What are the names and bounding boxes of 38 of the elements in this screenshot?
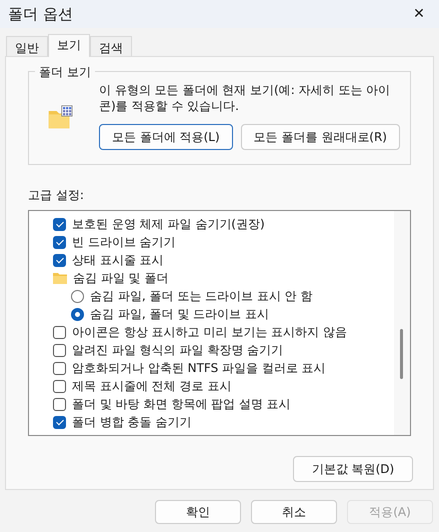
option-label: 암호화되거나 압축된 NTFS 파일을 컬러로 표시	[72, 360, 326, 376]
option-label: 폴더 및 바탕 화면 항목에 팝업 설명 표시	[72, 396, 291, 412]
option-label: 폴더 병합 충돌 숨기기	[72, 414, 192, 430]
checkbox[interactable]	[53, 326, 66, 338]
group-title: 폴더 보기	[35, 64, 95, 81]
apply-button[interactable]: 모든 폴더에 적용(L)	[98, 124, 233, 150]
checkbox[interactable]	[53, 362, 66, 374]
tab[interactable]: 일반	[6, 36, 48, 56]
checkbox[interactable]	[53, 344, 66, 356]
dialog-button[interactable]: 취소	[251, 500, 337, 524]
option-label: 상태 표시줄 표시	[72, 252, 164, 268]
scrollbar[interactable]	[394, 211, 410, 435]
tab[interactable]: 보기	[48, 34, 90, 57]
checkbox[interactable]	[53, 236, 66, 248]
checkbox[interactable]	[53, 254, 66, 266]
tab[interactable]: 검색	[90, 36, 132, 56]
description-text: 이 유형의 모든 폴더에 현재 보기(예: 자세히 또는 아이콘)를 적용할 수 있습니다.	[98, 82, 392, 114]
checkbox[interactable]	[53, 416, 66, 428]
option-label: 알려진 파일 형식의 파일 확장명 숨기기	[72, 342, 284, 358]
folder-icon	[53, 272, 67, 284]
dialog-button[interactable]: 확인	[155, 500, 241, 524]
option-label: 빈 드라이브 숨기기	[72, 234, 176, 250]
radio-button[interactable]	[71, 290, 84, 302]
option-label: 보호된 운영 체제 파일 숨기기(권장)	[72, 216, 265, 232]
checkbox[interactable]	[53, 380, 66, 392]
option-label: 숨김 파일, 폴더 또는 드라이브 표시 안 함	[90, 288, 313, 304]
window-title: 폴더 옵션	[8, 4, 73, 24]
checkbox[interactable]	[53, 398, 66, 410]
apply-button[interactable]: 모든 폴더를 원래대로(R)	[240, 124, 400, 150]
option-label: 아이콘은 항상 표시하고 미리 보기는 표시하지 않음	[72, 324, 347, 340]
option-label: 제목 표시줄에 전체 경로 표시	[72, 378, 232, 394]
close-button[interactable]: ✕	[399, 5, 439, 23]
radio-button[interactable]	[71, 308, 84, 320]
group-label: 숨김 파일 및 폴더	[73, 270, 168, 286]
section-label: 고급 설정:	[28, 187, 85, 204]
restore-defaults-button[interactable]: 기본값 복원(D)	[293, 456, 413, 482]
option-label: 숨김 파일, 폴더 및 드라이브 표시	[90, 306, 269, 322]
checkbox[interactable]	[53, 218, 66, 230]
